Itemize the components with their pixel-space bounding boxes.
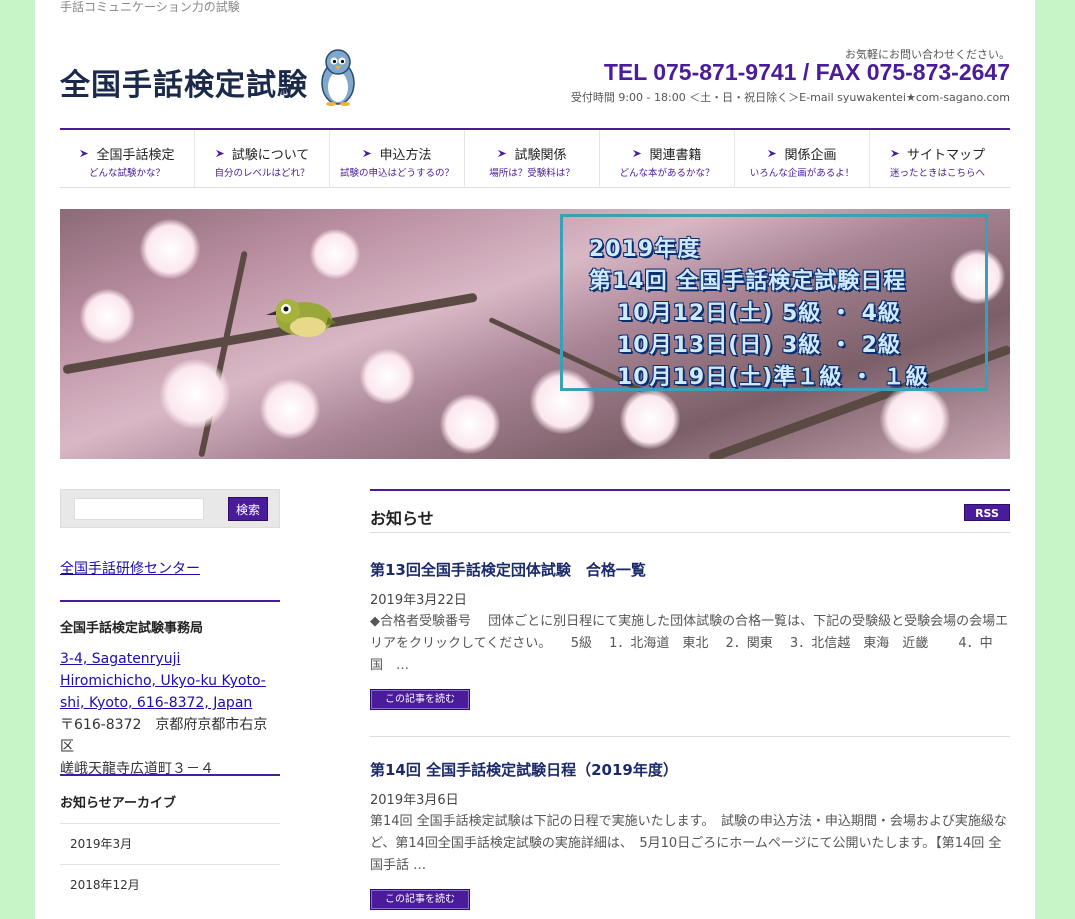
blossom <box>160 359 230 429</box>
contact-tel-fax: TEL 075-871-9741 / FAX 075-873-2647 <box>603 59 1010 85</box>
article-date: 2019年3月6日 <box>370 793 459 808</box>
article-title[interactable]: 第13回全国手話検定団体試験 合格一覧 <box>370 559 1010 580</box>
office-section: 全国手話検定試験事務局 3-4, Sagatenryuji Hiromichic… <box>60 600 280 780</box>
banner-date-1: 10月12日(土) 5級 ・ 4級 <box>617 301 901 326</box>
archive-title: お知らせアーカイブ <box>60 796 176 811</box>
nav-sublabel: どんな本があるかな？ <box>619 168 715 179</box>
blossom <box>880 384 950 454</box>
bullet-icon <box>633 149 642 158</box>
nav-item-exam-related[interactable]: 試験関係 場所は？受験料は？ <box>465 130 600 187</box>
bullet-icon <box>80 149 89 158</box>
contact-hours: 受付時間 9:00 - 18:00 ＜土・日・祝日除く＞E-mail syuwa… <box>570 91 1010 104</box>
news-header: お知らせ RSS <box>370 489 1010 533</box>
search-button[interactable]: 検索 <box>228 497 268 521</box>
bullet-icon <box>363 149 372 158</box>
article-title[interactable]: 第14回 全国手話検定試験日程（2019年度） <box>370 759 1010 780</box>
divider <box>370 736 1010 737</box>
blossom <box>620 389 680 449</box>
nav-label: 試験について <box>231 148 310 163</box>
nav-sublabel: 場所は？受験料は？ <box>489 168 575 179</box>
article-excerpt: 第14回 全国手話検定試験は下記の日程で実施いたします。 試験の申込方法・申込期… <box>370 814 1007 873</box>
nav-sublabel: いろんな企画があるよ！ <box>749 168 855 179</box>
hero-banner: 2019年度 第14回 全国手話検定試験日程 10月12日(土) 5級 ・ 4級… <box>60 209 1010 459</box>
bullet-icon <box>768 149 777 158</box>
blossom <box>80 289 135 344</box>
global-nav: 全国手話検定 どんな試験かな？ 試験について 自分のレベルはどれ？ 申込方法 試… <box>60 128 1010 188</box>
search-input[interactable] <box>74 498 204 520</box>
banner-date-2: 10月13日(日) 3級 ・ 2級 <box>617 333 901 358</box>
address-jp-line-1: 〒616-8372 京都府京都市右京区 <box>60 717 268 755</box>
nav-item-sitemap[interactable]: サイトマップ 迷ったときはこちらへ <box>870 130 1005 187</box>
nav-item-books[interactable]: 関連書籍 どんな本があるかな？ <box>600 130 735 187</box>
blossom <box>310 229 360 279</box>
blossom <box>260 379 320 439</box>
nav-label: 試験関係 <box>514 148 567 163</box>
nav-label: 申込方法 <box>379 148 432 163</box>
bullet-icon <box>890 149 900 158</box>
exam-schedule-box: 2019年度 第14回 全国手話検定試験日程 10月12日(土) 5級 ・ 4級… <box>560 214 988 391</box>
banner-date-3: 10月19日(土)準１級 ・ １級 <box>617 365 929 390</box>
search-widget: 検索 <box>60 489 280 528</box>
site-logo[interactable]: 全国手話検定試験 <box>60 60 308 104</box>
nav-item-about-exam[interactable]: 全国手話検定 どんな試験かな？ <box>60 130 195 187</box>
read-more-button[interactable]: この記事を読む <box>370 889 470 910</box>
nav-item-projects[interactable]: 関係企画 いろんな企画があるよ！ <box>735 130 870 187</box>
site-tagline: 手話コミュニケーション力の試験 <box>60 0 240 14</box>
news-section: お知らせ RSS 第13回全国手話検定団体試験 合格一覧 2019年3月22日 … <box>370 489 1010 910</box>
nav-label: 関連書籍 <box>649 148 702 163</box>
page-container: 手話コミュニケーション力の試験 全国手話検定試験 お気軽にお問い合わせください。… <box>35 0 1035 919</box>
news-article: 第14回 全国手話検定試験日程（2019年度） 2019年3月6日 第14回 全… <box>370 759 1010 910</box>
nav-sublabel: 自分のレベルはどれ？ <box>214 168 310 179</box>
read-more-button[interactable]: この記事を読む <box>370 689 470 710</box>
office-title: 全国手話検定試験事務局 <box>60 621 204 636</box>
blossom <box>440 394 500 454</box>
article-date: 2019年3月22日 <box>370 593 467 608</box>
nav-label: 関係企画 <box>784 148 837 163</box>
news-title: お知らせ <box>370 509 434 528</box>
nav-sublabel: 迷ったときはこちらへ <box>889 168 985 179</box>
penguin-mascot-icon <box>321 49 355 106</box>
archive-item[interactable]: 2018年12月 <box>60 864 280 905</box>
news-article: 第13回全国手話検定団体試験 合格一覧 2019年3月22日 ◆合格者受験番号 … <box>370 559 1010 710</box>
nav-label: 全国手話検定 <box>96 148 175 163</box>
nav-sublabel: どんな試験かな？ <box>88 168 165 179</box>
nav-item-application[interactable]: 申込方法 試験の申込はどうするの？ <box>330 130 465 187</box>
blossom <box>360 349 415 404</box>
bullet-icon <box>498 149 507 158</box>
nav-label: サイトマップ <box>906 148 985 163</box>
banner-year: 2019年度 <box>589 237 701 262</box>
archive-section: お知らせアーカイブ 2019年3月 2018年12月 <box>60 774 280 905</box>
bullet-icon <box>215 149 224 158</box>
nav-sublabel: 試験の申込はどうするの？ <box>339 168 454 179</box>
archive-item[interactable]: 2019年3月 <box>60 823 280 864</box>
blossom <box>140 219 200 279</box>
rss-button[interactable]: RSS <box>964 504 1010 521</box>
bird-illustration <box>266 299 336 337</box>
address-map-link[interactable]: 3-4, Sagatenryuji Hiromichicho, Ukyo-ku … <box>60 648 280 714</box>
nav-item-exam-info[interactable]: 試験について 自分のレベルはどれ？ <box>195 130 330 187</box>
banner-heading: 第14回 全国手話検定試験日程 <box>589 269 907 294</box>
training-center-link[interactable]: 全国手話研修センター <box>60 558 200 578</box>
article-excerpt: ◆合格者受験番号 団体ごとに別日程にて実施した団体試験の合格一覧は、下記の受験級… <box>370 614 1009 673</box>
